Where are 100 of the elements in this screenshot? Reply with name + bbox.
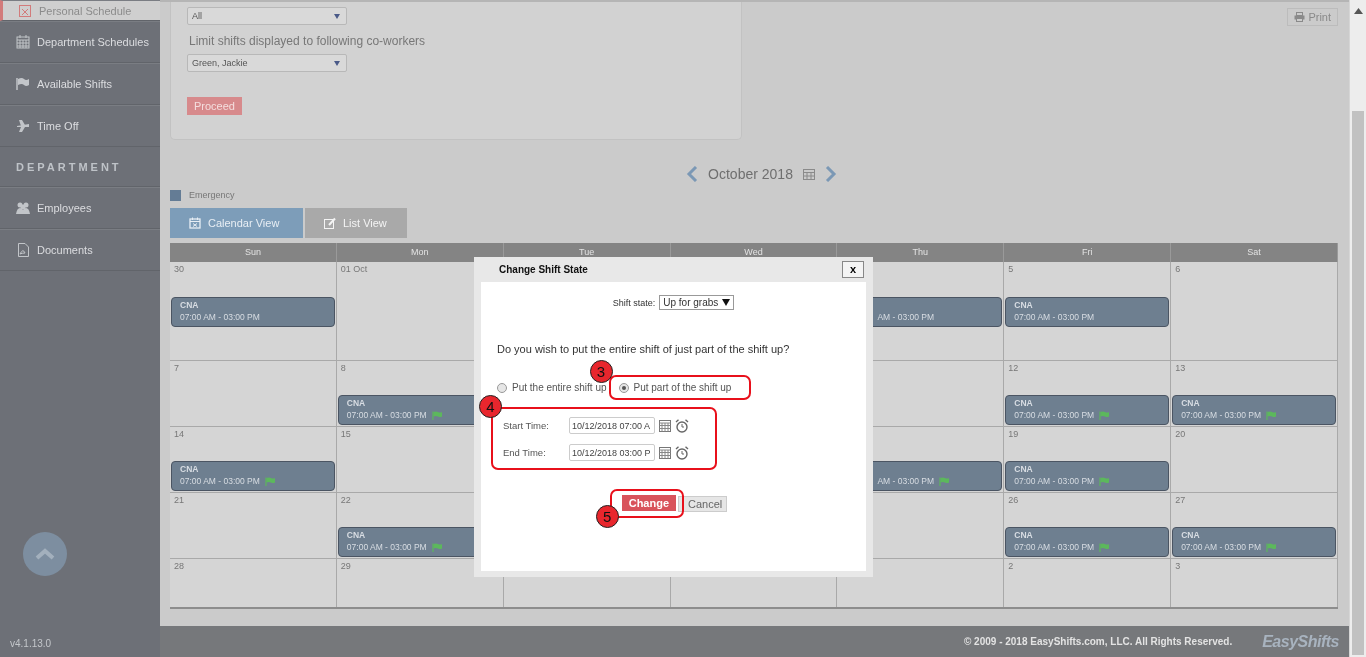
datetime-input[interactable]: 10/12/2018 03:00 P	[569, 444, 655, 461]
day-number: 20	[1174, 429, 1187, 441]
copyright-text: © 2009 - 2018 EasyShifts.com, LLC. All Rights Reserved.	[963, 636, 1233, 647]
day-cell[interactable]: 5 CNA 07:00 AM - 03:00 PM	[1004, 262, 1172, 360]
print-button[interactable]: Print	[1287, 8, 1338, 26]
shift-time: 07:00 AM - 03:00 PM	[1181, 541, 1261, 553]
sidebar-item[interactable]: Documents	[0, 229, 160, 271]
shift-block[interactable]: CNA 07:00 AM - 03:00 PM	[1005, 461, 1170, 491]
day-number: 26	[1007, 495, 1020, 507]
calendar-icon[interactable]	[659, 419, 671, 432]
shift-time: AM - 03:00 PM	[877, 475, 935, 487]
close-button[interactable]: x	[842, 261, 864, 278]
sidebar-item[interactable]: Personal Schedule	[0, 0, 160, 21]
shift-title: CNA	[1181, 398, 1200, 409]
day-cell[interactable]: 29	[336, 559, 504, 607]
caret-icon	[334, 60, 340, 66]
datetime-input[interactable]: 10/12/2018 07:00 A	[569, 417, 655, 434]
step-number-badge: 5	[595, 505, 619, 528]
cancel-button[interactable]: Cancel	[678, 495, 728, 512]
view-tab[interactable]: Calendar View	[170, 208, 303, 238]
day-number: 22	[339, 495, 352, 507]
shift-time: 07:00 AM - 03:00 PM	[346, 541, 427, 553]
day-cell[interactable]: 6	[1171, 262, 1338, 360]
version-text: v4.1.13.0	[9, 638, 52, 651]
alarm-clock-icon[interactable]	[675, 418, 689, 433]
day-number: 8	[339, 363, 347, 375]
scrollbar[interactable]	[1349, 0, 1366, 657]
scroll-up-arrow-icon[interactable]	[1353, 8, 1363, 14]
chevron-left-icon[interactable]	[686, 166, 699, 182]
day-cell[interactable]	[837, 559, 1005, 607]
day-number: 15	[339, 429, 352, 441]
day-cell[interactable]: 7	[170, 361, 337, 426]
day-number: 21	[173, 495, 185, 507]
shift-title: CNA	[1014, 530, 1033, 541]
shift-block[interactable]: CNA 07:00 AM - 03:00 PM	[171, 461, 335, 491]
shift-block[interactable]: CNA 07:00 AM - 03:00 PM	[1172, 527, 1336, 557]
chevron-up-icon	[35, 548, 55, 560]
calendar-icon	[16, 35, 30, 49]
day-cell[interactable]: 20	[1171, 427, 1338, 492]
coworker-select[interactable]: Green, Jackie	[187, 54, 347, 72]
section-header: DEPARTMENT	[0, 147, 160, 187]
day-number: 19	[1007, 429, 1020, 441]
day-cell[interactable]: 2	[1004, 559, 1172, 607]
day-cell[interactable]: 27 CNA 07:00 AM - 03:00 PM	[1171, 493, 1338, 558]
shift-block[interactable]: CNA 07:00 AM - 03:00 PM	[1005, 395, 1170, 425]
shift-title: CNA	[1181, 530, 1200, 541]
day-cell[interactable]: 3	[1171, 559, 1338, 607]
flag-icon	[16, 77, 30, 91]
month-label: October 2018	[708, 166, 793, 182]
radio-option[interactable]: Put part of the shift up	[618, 382, 732, 393]
day-cell[interactable]: 21	[170, 493, 337, 558]
calendar-icon	[189, 217, 201, 229]
pdf-document-icon	[16, 243, 30, 257]
sidebar-item[interactable]: Time Off	[0, 105, 160, 147]
day-cell[interactable]: 19 CNA 07:00 AM - 03:00 PM	[1004, 427, 1172, 492]
sidebar-item[interactable]: Department Schedules	[0, 21, 160, 63]
select-dropdown[interactable]: All	[187, 7, 347, 25]
radio-button[interactable]	[497, 382, 507, 393]
day-cell[interactable]: 28	[170, 559, 337, 607]
alarm-clock-icon[interactable]	[675, 445, 689, 460]
day-number: 7	[173, 363, 180, 375]
shift-time: 07:00 AM - 03:00 PM	[1014, 475, 1095, 487]
day-cell[interactable]: 13 CNA 07:00 AM - 03:00 PM	[1171, 361, 1338, 426]
proceed-button[interactable]: Proceed	[187, 97, 242, 115]
shift-title: CNA	[180, 300, 199, 311]
shift-block[interactable]: CNA 07:00 AM - 03:00 PM	[171, 297, 335, 327]
scroll-to-top-button[interactable]	[23, 532, 67, 576]
scroll-thumb[interactable]	[1352, 111, 1364, 655]
shift-time: 07:00 AM - 03:00 PM	[1014, 311, 1095, 323]
printer-icon	[1294, 12, 1306, 22]
time-label: End Time:	[503, 447, 547, 458]
day-cell[interactable]: 12 CNA 07:00 AM - 03:00 PM	[1004, 361, 1172, 426]
shift-block[interactable]: CNA 07:00 AM - 03:00 PM	[1172, 395, 1336, 425]
calendar-icon[interactable]	[802, 168, 815, 180]
calendar-icon[interactable]	[659, 446, 671, 459]
logo-text: EasyShifts	[1262, 632, 1339, 651]
day-number: 14	[173, 429, 185, 441]
shift-time: 07:00 AM - 03:00 PM	[180, 475, 260, 487]
airplane-icon	[16, 119, 30, 133]
day-number: 2	[1007, 561, 1015, 573]
day-number: 6	[1174, 264, 1182, 276]
shift-block[interactable]: CNA 07:00 AM - 03:00 PM	[1005, 297, 1170, 327]
shift-time: 07:00 AM - 03:00 PM	[1181, 409, 1261, 421]
day-number: 13	[1174, 363, 1187, 375]
day-cell[interactable]: 26 CNA 07:00 AM - 03:00 PM	[1004, 493, 1172, 558]
day-cell[interactable]: 14 CNA 07:00 AM - 03:00 PM	[170, 427, 337, 492]
shift-state-select[interactable]: Up for grabs	[659, 295, 735, 310]
radio-button[interactable]	[618, 382, 629, 393]
day-number: 29	[339, 561, 352, 573]
legend-label: Emergency	[189, 190, 235, 200]
step-number-badge: 4	[479, 395, 502, 418]
sidebar-item[interactable]: Available Shifts	[0, 63, 160, 105]
day-cell[interactable]: 30 CNA 07:00 AM - 03:00 PM	[170, 262, 337, 360]
change-button[interactable]: Change	[621, 495, 677, 511]
view-tab[interactable]: List View	[305, 208, 407, 238]
sidebar-item[interactable]: Employees	[0, 187, 160, 229]
shift-time: 07:00 AM - 03:00 PM	[1014, 541, 1095, 553]
calendar-icon	[18, 3, 32, 18]
chevron-right-icon[interactable]	[824, 166, 837, 182]
shift-block[interactable]: CNA 07:00 AM - 03:00 PM	[1005, 527, 1170, 557]
